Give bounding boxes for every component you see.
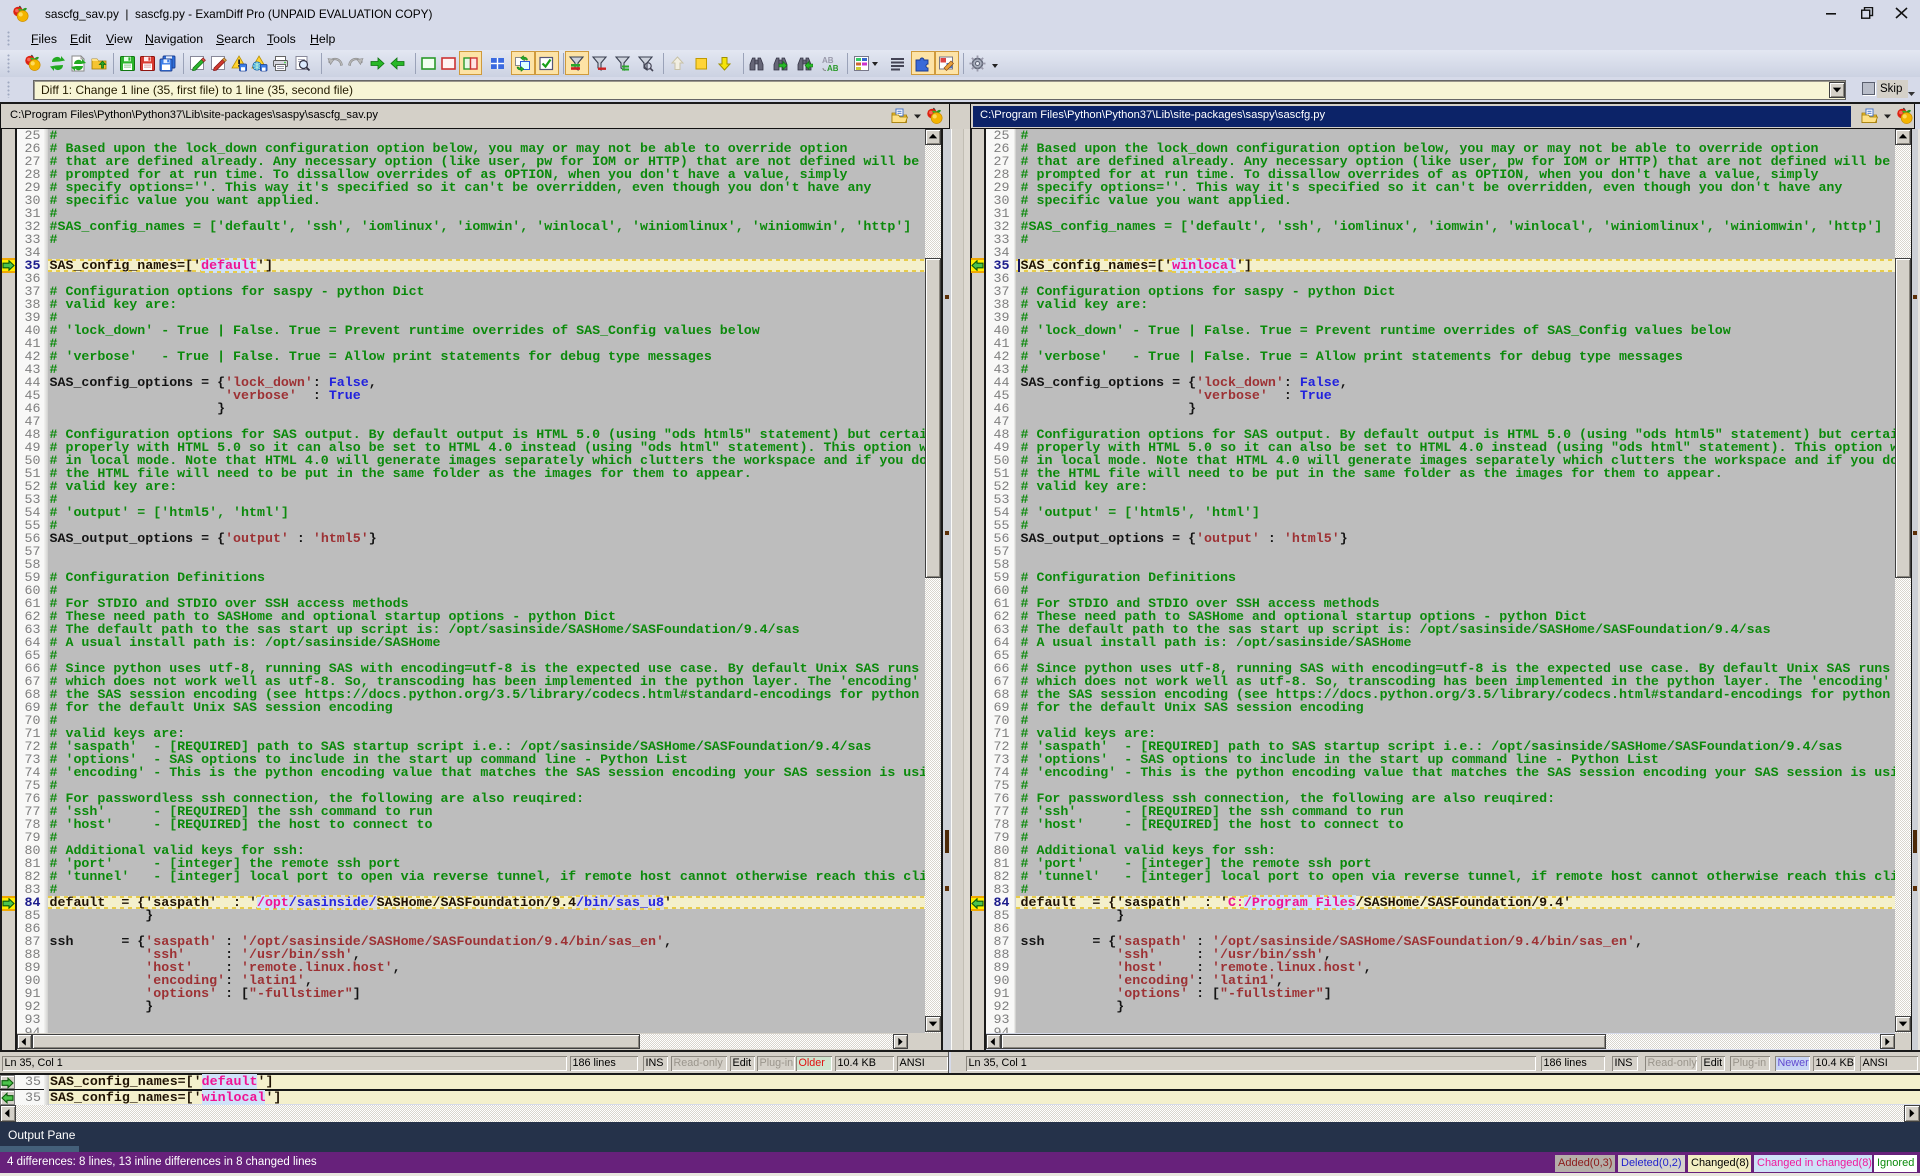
svg-text:AB: AB — [827, 64, 838, 72]
